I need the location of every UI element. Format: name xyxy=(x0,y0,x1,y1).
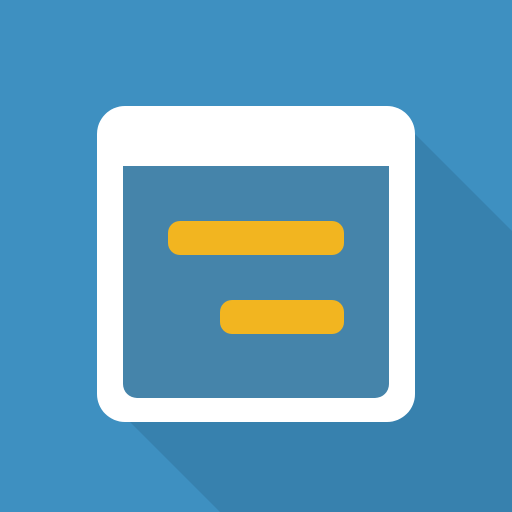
app-icon-tile xyxy=(0,0,512,512)
text-line-short xyxy=(220,300,344,334)
window-frame xyxy=(97,106,415,422)
window-content xyxy=(123,166,389,398)
text-line-long xyxy=(168,221,344,255)
